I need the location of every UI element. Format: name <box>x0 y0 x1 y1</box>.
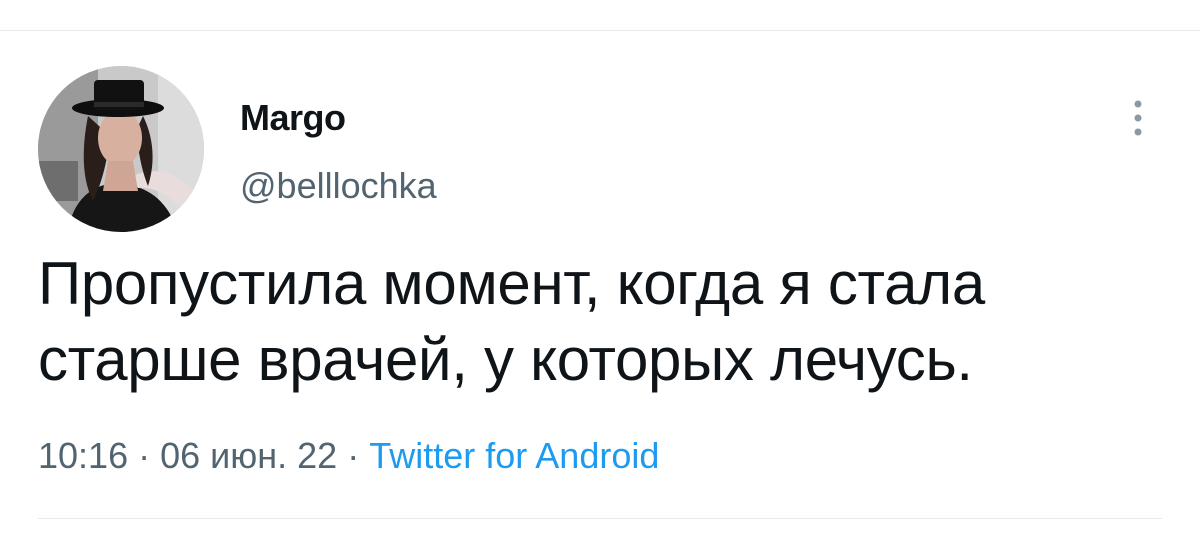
avatar[interactable] <box>38 66 204 232</box>
tweet-time[interactable]: 10:16 <box>38 435 128 476</box>
more-button[interactable] <box>1126 96 1150 140</box>
profile-photo <box>38 66 204 232</box>
user-handle[interactable]: @belllochka <box>240 164 437 208</box>
tweet-metadata: 10:16 · 06 июн. 22 · Twitter for Android <box>38 434 659 478</box>
tweet-text-line: старше врачей, у которых лечусь. <box>38 326 973 393</box>
tweet-source-link[interactable]: Twitter for Android <box>369 435 659 476</box>
tweet-text: Пропустила момент, когда я стала старше … <box>38 246 1162 398</box>
more-vertical-icon <box>1134 100 1142 136</box>
bottom-divider <box>38 518 1162 519</box>
meta-separator: · <box>347 435 360 476</box>
meta-separator: · <box>138 435 151 476</box>
tweet-date[interactable]: 06 июн. 22 <box>160 435 337 476</box>
tweet-text-line: Пропустила момент, когда я стала <box>38 250 985 317</box>
top-divider <box>0 30 1200 31</box>
display-name[interactable]: Margo <box>240 96 346 140</box>
